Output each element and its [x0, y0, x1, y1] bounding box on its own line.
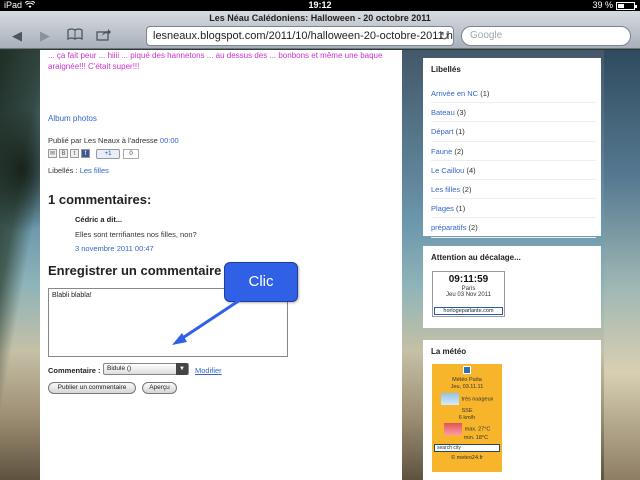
label-link[interactable]: Départ — [431, 127, 454, 136]
status-bar: iPad 19:12 39 % — [0, 0, 640, 11]
label-link[interactable]: Bateau — [431, 108, 455, 117]
bookmarks-icon[interactable] — [66, 28, 84, 44]
comments-heading: 1 commentaires: — [48, 192, 152, 207]
comment-date-link[interactable]: 3 novembre 2011 00:47 — [75, 244, 154, 253]
list-item: Les filles (2) — [431, 180, 596, 200]
reload-icon[interactable]: ↻ — [439, 27, 449, 45]
url-text: lesneaux.blogspot.com/2011/10/halloween-… — [153, 30, 454, 42]
album-photos-link[interactable]: Album photos — [48, 114, 97, 123]
label-link[interactable]: Les filles — [431, 185, 460, 194]
battery-icon — [616, 2, 637, 10]
meteo-widget[interactable]: Météo Païta Jeu, 03.11.11 très nuageux S… — [432, 364, 502, 472]
meteo-panel-title: La météo — [431, 347, 467, 356]
chevron-down-icon: ▼ — [176, 363, 188, 375]
published-prefix: Publié par Les Neaux à l'adresse — [48, 136, 160, 145]
meteo-panel: La météo Météo Païta Jeu, 03.11.11 très … — [423, 340, 601, 480]
list-item: Départ (1) — [431, 122, 596, 142]
page-title: Les Néau Calédoniens: Halloween - 20 oct… — [209, 13, 431, 23]
label-link[interactable]: Arrivée en NC — [431, 89, 478, 98]
post-comment-heading: Enregistrer un commentaire — [48, 263, 222, 278]
labels-panel-title: Libellés — [431, 65, 461, 74]
labels-panel: Libellés Arrivée en NC (1) Bateau (3) Dé… — [423, 58, 601, 238]
meteo-max: max. 27°C — [464, 426, 491, 433]
clock-panel-title: Attention au décalage... — [431, 253, 521, 262]
plusone-count: 0 — [123, 149, 139, 159]
plusone-button[interactable]: +1 — [96, 149, 120, 159]
label-count: (2) — [468, 223, 478, 233]
list-item: préparatifs (2) — [431, 218, 596, 238]
post-labels: Libellés : Les filles — [48, 166, 109, 175]
url-field[interactable]: lesneaux.blogspot.com/2011/10/halloween-… — [146, 26, 454, 46]
list-item: Plages (1) — [431, 199, 596, 219]
label-count: (1) — [455, 127, 465, 137]
label-link[interactable]: Plages — [431, 204, 454, 213]
label-link[interactable]: Faune — [431, 147, 452, 156]
back-icon[interactable]: ◀ — [8, 28, 26, 44]
identity-select[interactable]: Bidule () ▼ — [103, 363, 189, 375]
comment-as-label: Commentaire : — [48, 366, 101, 375]
labels-prefix: Libellés : — [48, 166, 80, 175]
label-count: (4) — [466, 165, 476, 175]
list-item: Le Caillou (4) — [431, 161, 596, 180]
search-placeholder: Google — [470, 30, 503, 41]
meteo-condition: très nuageux — [461, 396, 494, 403]
published-time-link[interactable]: 00:00 — [160, 136, 179, 145]
clock-date: Jeu 03 Nov 2011 — [446, 292, 491, 298]
comment-author: Cédric a dit... — [75, 215, 123, 224]
labels-list: Arrivée en NC (1) Bateau (3) Départ (1) … — [431, 84, 596, 238]
meteo-min: min. 18°C — [463, 435, 489, 441]
publish-comment-button[interactable]: Publier un commentaire — [48, 382, 136, 394]
meteo-station: Météo Païta — [452, 377, 482, 383]
meteo-brand-link[interactable]: © meteo24.fr — [432, 455, 502, 461]
label-link[interactable]: Le Caillou — [431, 166, 464, 175]
label-link[interactable]: préparatifs — [431, 223, 466, 232]
identity-value: Bidule () — [107, 365, 132, 372]
callout-arrow-icon — [172, 298, 241, 345]
preview-button[interactable]: Aperçu — [142, 382, 177, 394]
label-count: (3) — [456, 108, 467, 118]
meteo-date: Jeu, 03.11.11 — [450, 384, 484, 390]
meteo-search-input[interactable]: search city — [434, 444, 500, 452]
meteo-wind-dir: SSE — [461, 408, 473, 414]
background-photo-right — [604, 50, 640, 480]
search-field[interactable]: Google — [461, 26, 631, 46]
browser-toolbar: Les Néau Calédoniens: Halloween - 20 oct… — [0, 11, 640, 49]
list-item: Bateau (3) — [431, 103, 596, 123]
list-item: Arrivée en NC (1) — [431, 84, 596, 104]
label-link[interactable]: Les filles — [80, 166, 109, 175]
forward-icon[interactable]: ▶ — [36, 28, 54, 44]
twitter-share-icon[interactable]: t — [70, 149, 79, 158]
meteo-logo-icon — [463, 366, 471, 374]
label-count: (2) — [454, 146, 464, 156]
published-line: Publié par Les Neaux à l'adresse 00:00 — [48, 136, 179, 145]
clock-panel: Attention au décalage... 09:11:59 Paris … — [423, 246, 601, 328]
facebook-share-icon[interactable]: f — [81, 149, 90, 158]
share-icon[interactable] — [95, 28, 113, 44]
status-time: 19:12 — [308, 0, 332, 10]
battery-percent: 39 % — [592, 0, 613, 10]
clock-time: 09:11:59 — [448, 274, 489, 285]
list-item: Faune (2) — [431, 142, 596, 161]
clock-widget[interactable]: 09:11:59 Paris Jeu 03 Nov 2011 horlogepa… — [432, 271, 505, 317]
comment-text: Elles sont terrifiantes nos filles, non? — [75, 230, 197, 239]
blog-share-icon[interactable]: B — [59, 149, 68, 158]
label-count: (2) — [462, 184, 472, 194]
meteo-wind-speed: 6 km/h — [458, 415, 476, 421]
clock-brand-link[interactable]: horlogeparlante.com — [434, 307, 503, 315]
label-count: (1) — [480, 89, 490, 98]
post-intro-text: ... ça fait peur ... hiiii ... piqué des… — [48, 51, 383, 71]
email-share-icon[interactable]: ✉ — [48, 149, 57, 158]
thermometer-icon — [443, 423, 462, 435]
post-column: ... ça fait peur ... hiiii ... piqué des… — [40, 50, 402, 480]
modify-link[interactable]: Modifier — [195, 366, 222, 375]
label-count: (1) — [456, 204, 466, 214]
cloud-icon — [440, 393, 459, 405]
